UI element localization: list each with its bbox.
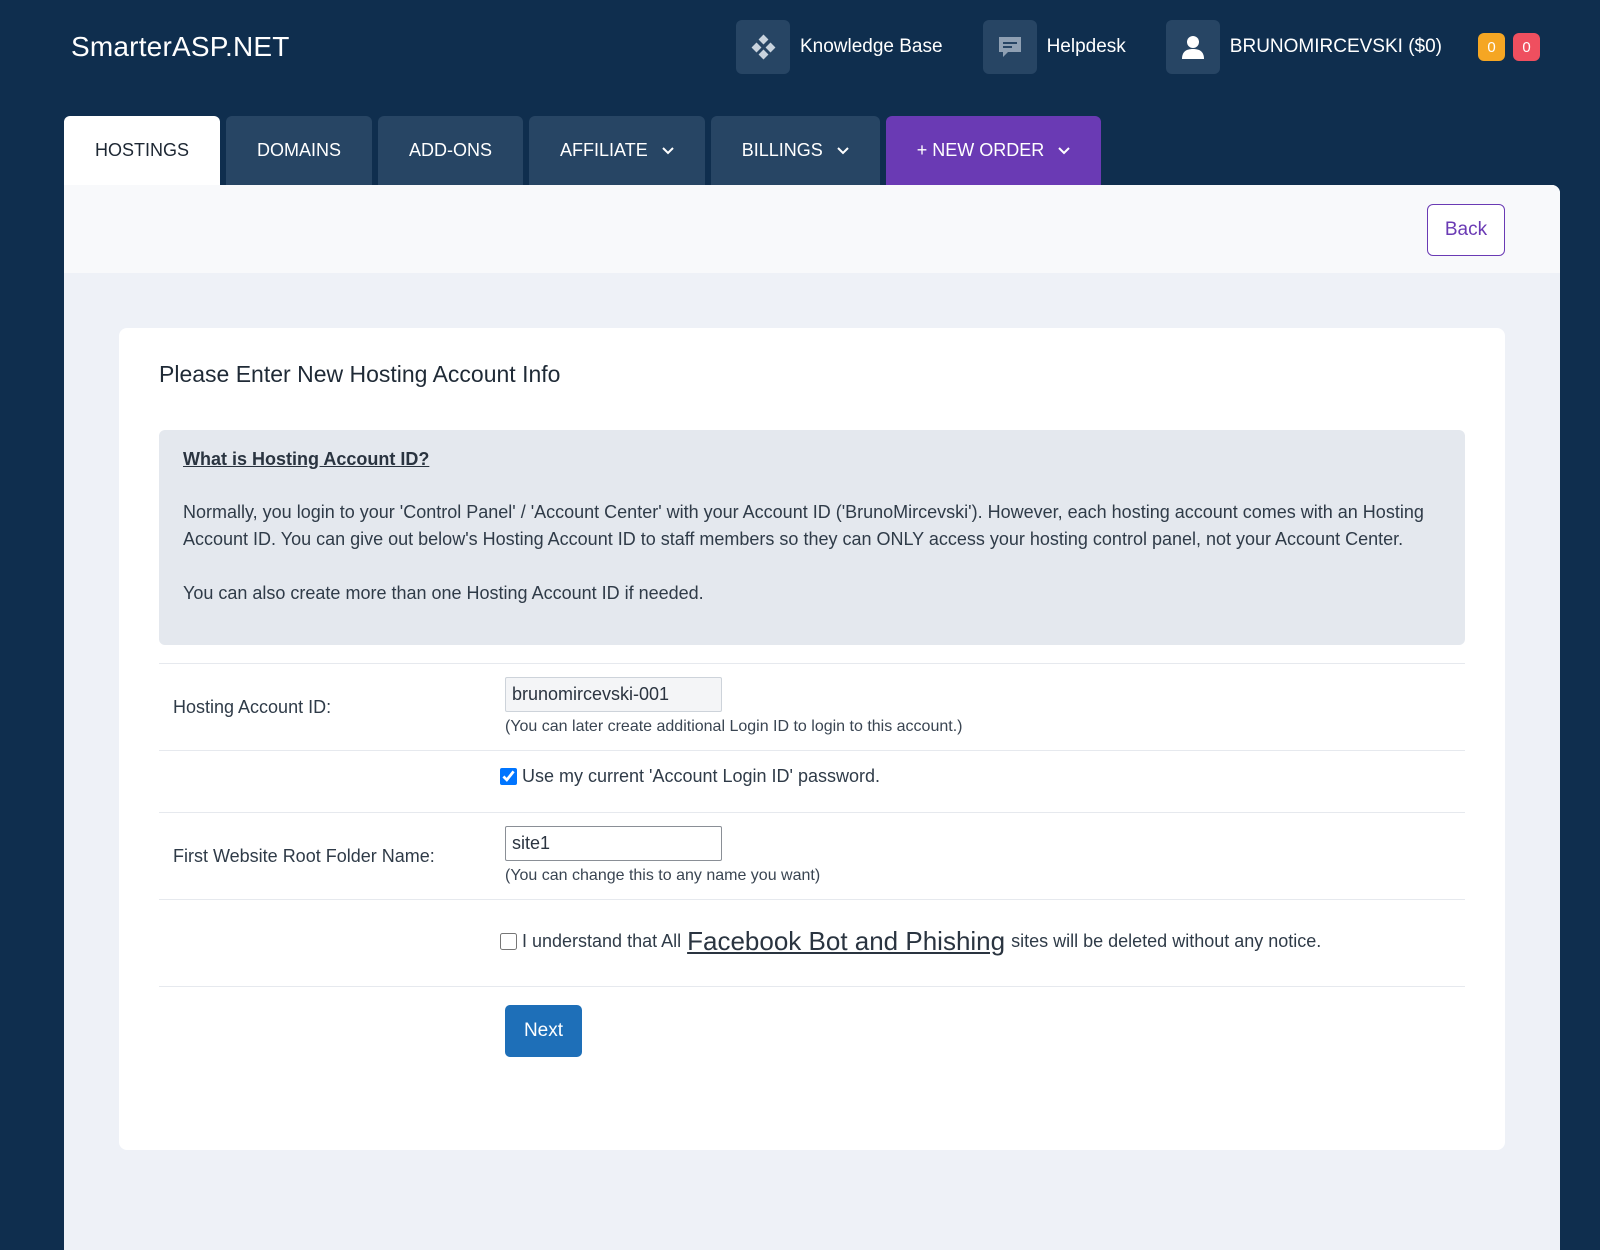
use-password-label[interactable]: Use my current 'Account Login ID' passwo… xyxy=(522,766,880,787)
tab-hostings-label: HOSTINGS xyxy=(95,140,190,160)
panel-toolbar: Back xyxy=(64,185,1560,273)
user-icon xyxy=(1165,20,1220,74)
form-title: Please Enter New Hosting Account Info xyxy=(159,361,561,387)
tab-new-order-label: + NEW ORDER xyxy=(916,140,1045,160)
info-heading: What is Hosting Account ID? xyxy=(183,449,430,469)
account-menu[interactable]: BRUNOMIRCEVSKI ($0) xyxy=(1165,20,1442,74)
chevron-down-icon xyxy=(1058,146,1071,155)
hosting-id-hint: (You can later create additional Login I… xyxy=(505,718,963,735)
chat-icon xyxy=(982,20,1037,74)
terms-prefix: I understand that All xyxy=(522,931,682,951)
red-badge[interactable]: 0 xyxy=(1513,33,1540,61)
hosting-id-label: Hosting Account ID: xyxy=(173,697,332,717)
knowledge-base-icon xyxy=(735,20,790,74)
info-box: What is Hosting Account ID? Normally, yo… xyxy=(159,430,1465,645)
knowledge-base-link[interactable]: Knowledge Base xyxy=(735,20,943,74)
facebook-bot-phishing-link[interactable]: Facebook Bot and Phishing xyxy=(687,926,1005,957)
notification-badges: 0 0 xyxy=(1470,33,1540,61)
root-folder-hint: (You can change this to any name you wan… xyxy=(505,867,821,884)
chevron-down-icon xyxy=(662,146,674,155)
back-button[interactable]: Back xyxy=(1427,204,1505,256)
helpdesk-link[interactable]: Helpdesk xyxy=(982,20,1126,74)
helpdesk-label: Helpdesk xyxy=(1046,36,1126,57)
tab-affiliate-label: AFFILIATE xyxy=(560,140,648,160)
hosting-id-input[interactable] xyxy=(505,677,722,712)
tab-hostings[interactable]: HOSTINGS xyxy=(64,116,221,185)
info-paragraph: You can also create more than one Hostin… xyxy=(183,583,704,603)
hosting-id-row: Hosting Account ID: (You can later creat… xyxy=(159,663,1465,750)
orange-badge[interactable]: 0 xyxy=(1478,33,1505,61)
terms-row: I understand that All Facebook Bot and P… xyxy=(159,899,1465,986)
main-tabs: HOSTINGS DOMAINS ADD-ONS AFFILIATE BILLI… xyxy=(64,116,1107,185)
root-folder-input[interactable] xyxy=(505,826,722,861)
password-checkline: Use my current 'Account Login ID' passwo… xyxy=(500,766,880,787)
terms-checkbox[interactable] xyxy=(500,933,517,950)
form-rows: Hosting Account ID: (You can later creat… xyxy=(159,663,1465,1086)
password-row: Use my current 'Account Login ID' passwo… xyxy=(159,750,1465,812)
use-password-checkbox[interactable] xyxy=(500,768,517,785)
tab-domains-label: DOMAINS xyxy=(257,140,342,160)
tab-billings-label: BILLINGS xyxy=(741,140,823,160)
knowledge-base-label: Knowledge Base xyxy=(799,36,943,57)
hosting-id-field: (You can later create additional Login I… xyxy=(505,677,962,736)
root-folder-field: (You can change this to any name you wan… xyxy=(505,826,820,885)
tab-new-order[interactable]: + NEW ORDER xyxy=(885,116,1102,185)
next-button[interactable]: Next xyxy=(505,1005,582,1057)
root-folder-row: First Website Root Folder Name: (You can… xyxy=(159,812,1465,899)
tab-add-ons-label: ADD-ONS xyxy=(409,140,493,160)
hosting-account-form-card: Please Enter New Hosting Account Info Wh… xyxy=(119,328,1505,1150)
main-panel: Back Please Enter New Hosting Account In… xyxy=(64,185,1560,1250)
top-nav: Knowledge Base Helpdesk BRUNOMIRCEVSKI (… xyxy=(696,20,1540,74)
terms-suffix: sites will be deleted without any notice… xyxy=(1011,931,1322,951)
tab-domains[interactable]: DOMAINS xyxy=(226,116,373,185)
root-folder-label: First Website Root Folder Name: xyxy=(173,846,435,866)
tab-affiliate[interactable]: AFFILIATE xyxy=(529,116,705,185)
tab-add-ons[interactable]: ADD-ONS xyxy=(378,116,524,185)
info-paragraph: Normally, you login to your 'Control Pan… xyxy=(183,502,1424,549)
terms-checkline: I understand that All Facebook Bot and P… xyxy=(500,926,1321,957)
submit-row: Next xyxy=(159,986,1465,1086)
submit-field: Next xyxy=(505,1005,582,1057)
chevron-down-icon xyxy=(837,146,849,155)
tab-billings[interactable]: BILLINGS xyxy=(710,116,880,185)
site-logo[interactable]: SmarterASP.NET xyxy=(71,31,290,63)
account-label: BRUNOMIRCEVSKI ($0) xyxy=(1229,36,1442,57)
